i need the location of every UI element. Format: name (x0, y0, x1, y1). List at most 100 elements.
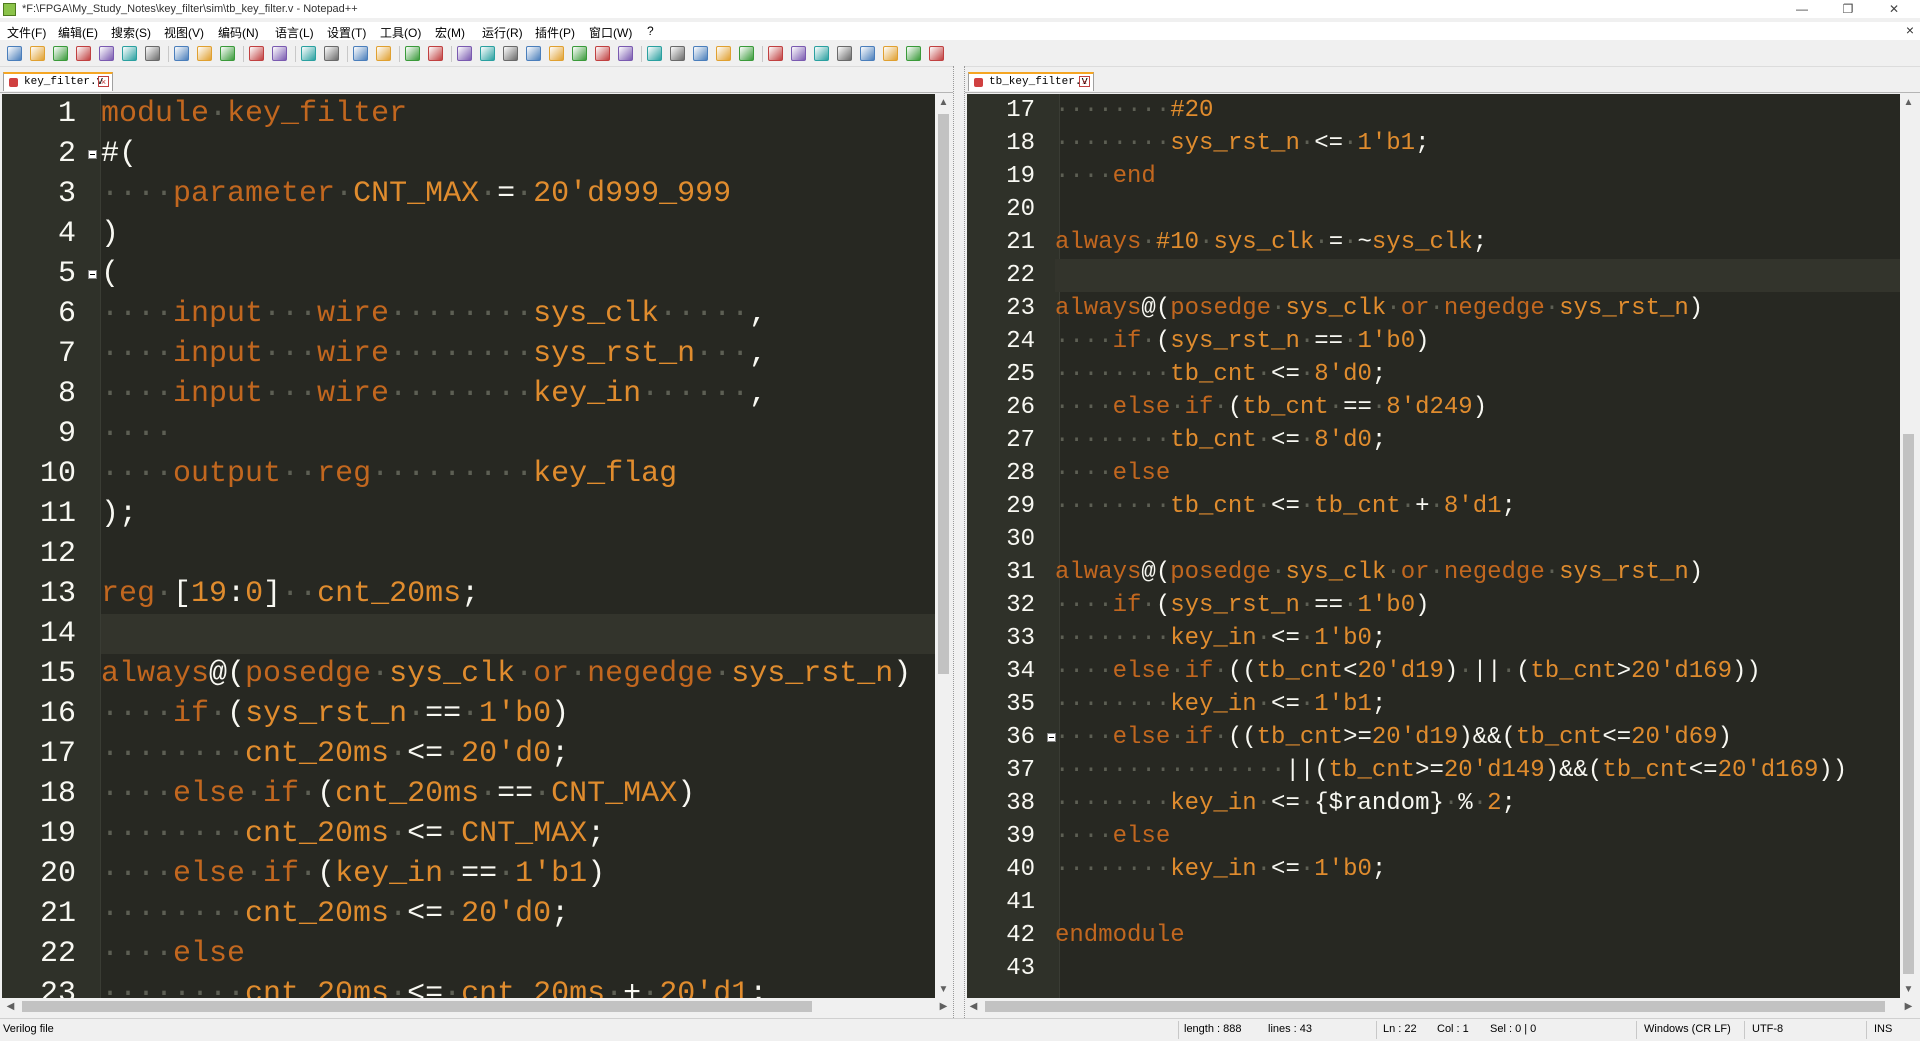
code-line[interactable]: always@(posedge·sys_clk·or·negedge·sys_r… (1055, 292, 1900, 325)
code-line[interactable]: ········cnt_20ms·<=·20'd0; (101, 894, 935, 934)
menu-edit[interactable]: 编辑(E) (58, 24, 98, 41)
code-line[interactable]: ········cnt_20ms·<=·cnt_20ms·+·20'd1; (101, 974, 935, 998)
fold-toggle-icon[interactable] (88, 149, 97, 159)
menu-window[interactable]: 窗口(W) (589, 24, 632, 41)
function-list-icon[interactable] (572, 46, 587, 61)
code-line[interactable]: ········cnt_20ms·<=·CNT_MAX; (101, 814, 935, 854)
restore-button[interactable]: ❐ (1834, 0, 1862, 18)
status-encoding[interactable]: UTF-8 (1752, 1023, 1783, 1035)
folder-workspace-icon[interactable] (595, 46, 610, 61)
copy-icon[interactable] (197, 46, 212, 61)
run-macro-multi-icon[interactable] (716, 46, 731, 61)
code-line[interactable]: ················||(tb_cnt>=20'd149)&&(tb… (1055, 754, 1900, 787)
fold-margin[interactable] (86, 94, 101, 998)
stop-macro-icon[interactable] (670, 46, 685, 61)
code-line[interactable]: ····else·if·(cnt_20ms·==·CNT_MAX) (101, 774, 935, 814)
tab-key-filter[interactable]: key_filter.v × (3, 72, 113, 91)
left-vertical-scrollbar[interactable]: ▲ ▼ (935, 94, 952, 998)
code-line[interactable]: ········tb_cnt·<=·8'd0; (1055, 424, 1900, 457)
code-line[interactable]: ········tb_cnt·<=·tb_cnt·+·8'd1; (1055, 490, 1900, 523)
code-line[interactable]: ········tb_cnt·<=·8'd0; (1055, 358, 1900, 391)
menu-file[interactable]: 文件(F) (7, 24, 46, 41)
zoom-out-icon[interactable] (376, 46, 391, 61)
code-line[interactable]: ); (101, 494, 935, 534)
diff-up-icon[interactable] (860, 46, 875, 61)
code-line[interactable] (101, 534, 935, 574)
code-line[interactable]: ····if·(sys_rst_n·==·1'b0) (1055, 589, 1900, 622)
replace-icon[interactable] (324, 46, 339, 61)
scroll-up-icon[interactable]: ▲ (1900, 94, 1917, 111)
code-line[interactable]: always@(posedge·sys_clk·or·negedge·sys_r… (101, 654, 935, 694)
menu-macro[interactable]: 宏(M) (435, 24, 465, 41)
fold-toggle-icon[interactable] (88, 269, 97, 279)
code-line[interactable] (1055, 886, 1900, 919)
play-macro-icon[interactable] (693, 46, 708, 61)
record-macro-icon[interactable] (647, 46, 662, 61)
code-line[interactable]: endmodule (1055, 919, 1900, 952)
scroll-up-icon[interactable]: ▲ (935, 94, 952, 111)
code-line[interactable] (1055, 952, 1900, 985)
code-line[interactable]: ····input···wire········sys_rst_n···, (101, 334, 935, 374)
close-all-icon[interactable] (122, 46, 137, 61)
code-line[interactable]: ········key_in·<=·1'b0; (1055, 853, 1900, 886)
code-line[interactable]: ) (101, 214, 935, 254)
code-line[interactable]: ····output··reg·········key_flag (101, 454, 935, 494)
view-splitter[interactable] (953, 66, 965, 1018)
code-line[interactable]: ····input···wire········key_in······, (101, 374, 935, 414)
scroll-thumb[interactable] (938, 114, 949, 674)
right-vertical-scrollbar[interactable]: ▲ ▼ (1900, 94, 1917, 998)
code-line[interactable]: ····else (101, 934, 935, 974)
status-eol[interactable]: Windows (CR LF) (1644, 1023, 1731, 1035)
close-window-button[interactable]: ✕ (1880, 0, 1908, 18)
code-line[interactable]: ····if·(sys_rst_n·==·1'b0) (1055, 325, 1900, 358)
scroll-thumb[interactable] (1903, 434, 1914, 974)
menu-search[interactable]: 搜索(S) (111, 24, 151, 41)
tab-close-icon[interactable]: × (98, 76, 109, 87)
diff-down-icon[interactable] (883, 46, 898, 61)
code-line[interactable]: ········key_in·<=·1'b1; (1055, 688, 1900, 721)
undo-icon[interactable] (249, 46, 264, 61)
scroll-right-icon[interactable]: ▶ (935, 998, 952, 1015)
code-line[interactable]: ····else·if·(tb_cnt·==·8'd249) (1055, 391, 1900, 424)
indent-guide-icon[interactable] (503, 46, 518, 61)
status-insert-mode[interactable]: INS (1874, 1023, 1892, 1035)
cut-icon[interactable] (174, 46, 189, 61)
scroll-left-icon[interactable]: ◀ (965, 998, 982, 1015)
doc-map-icon[interactable] (549, 46, 564, 61)
code-line[interactable]: ····else·if·((tb_cnt>=20'd19)&&(tb_cnt<=… (1055, 721, 1900, 754)
code-area[interactable]: module·key_filter #(····parameter·CNT_MAX… (101, 94, 935, 998)
code-line[interactable]: ····else·if·(key_in·==·1'b1) (101, 854, 935, 894)
find-icon[interactable] (301, 46, 316, 61)
compare-prev-icon[interactable] (791, 46, 806, 61)
code-line[interactable]: ········cnt_20ms·<=·20'd0; (101, 734, 935, 774)
menu-tools[interactable]: 工具(O) (380, 24, 421, 41)
minimize-button[interactable]: — (1788, 0, 1816, 18)
code-line[interactable]: ········key_in·<=·1'b0; (1055, 622, 1900, 655)
close-document-button[interactable]: × (1906, 22, 1914, 38)
menu-plugins[interactable]: 插件(P) (535, 24, 575, 41)
right-editor[interactable]: 17 18 19 20 21 22 23 24 25 26 27 28 29 30 31 32 33 34 35 36… (967, 94, 1900, 998)
menu-run[interactable]: 运行(R) (482, 24, 523, 41)
code-line[interactable]: always@(posedge·sys_clk·or·negedge·sys_r… (1055, 556, 1900, 589)
menu-view[interactable]: 视图(V) (164, 24, 204, 41)
compare-next-icon[interactable] (814, 46, 829, 61)
open-file-icon[interactable] (30, 46, 45, 61)
zoom-in-icon[interactable] (353, 46, 368, 61)
sync-h-icon[interactable] (428, 46, 443, 61)
code-line[interactable]: ········sys_rst_n·<=·1'b1; (1055, 127, 1900, 160)
code-line[interactable]: ····end (1055, 160, 1900, 193)
new-file-icon[interactable] (7, 46, 22, 61)
compare-panel-icon[interactable] (929, 46, 944, 61)
current-code-line[interactable] (1055, 259, 1900, 292)
left-horizontal-scrollbar[interactable]: ◀ ▶ (2, 998, 952, 1015)
diff-first-icon[interactable] (837, 46, 852, 61)
current-code-line[interactable] (101, 614, 935, 654)
code-line[interactable]: ····else (1055, 820, 1900, 853)
code-line[interactable]: ····input···wire········sys_clk·····, (101, 294, 935, 334)
code-line[interactable]: #( (101, 134, 935, 174)
close-icon[interactable] (99, 46, 114, 61)
scroll-thumb[interactable] (22, 1001, 812, 1012)
paste-icon[interactable] (220, 46, 235, 61)
code-area[interactable]: ········#20 ········sys_rst_n·<=·1'b1; ···… (1055, 94, 1900, 998)
code-line[interactable]: ····else (1055, 457, 1900, 490)
